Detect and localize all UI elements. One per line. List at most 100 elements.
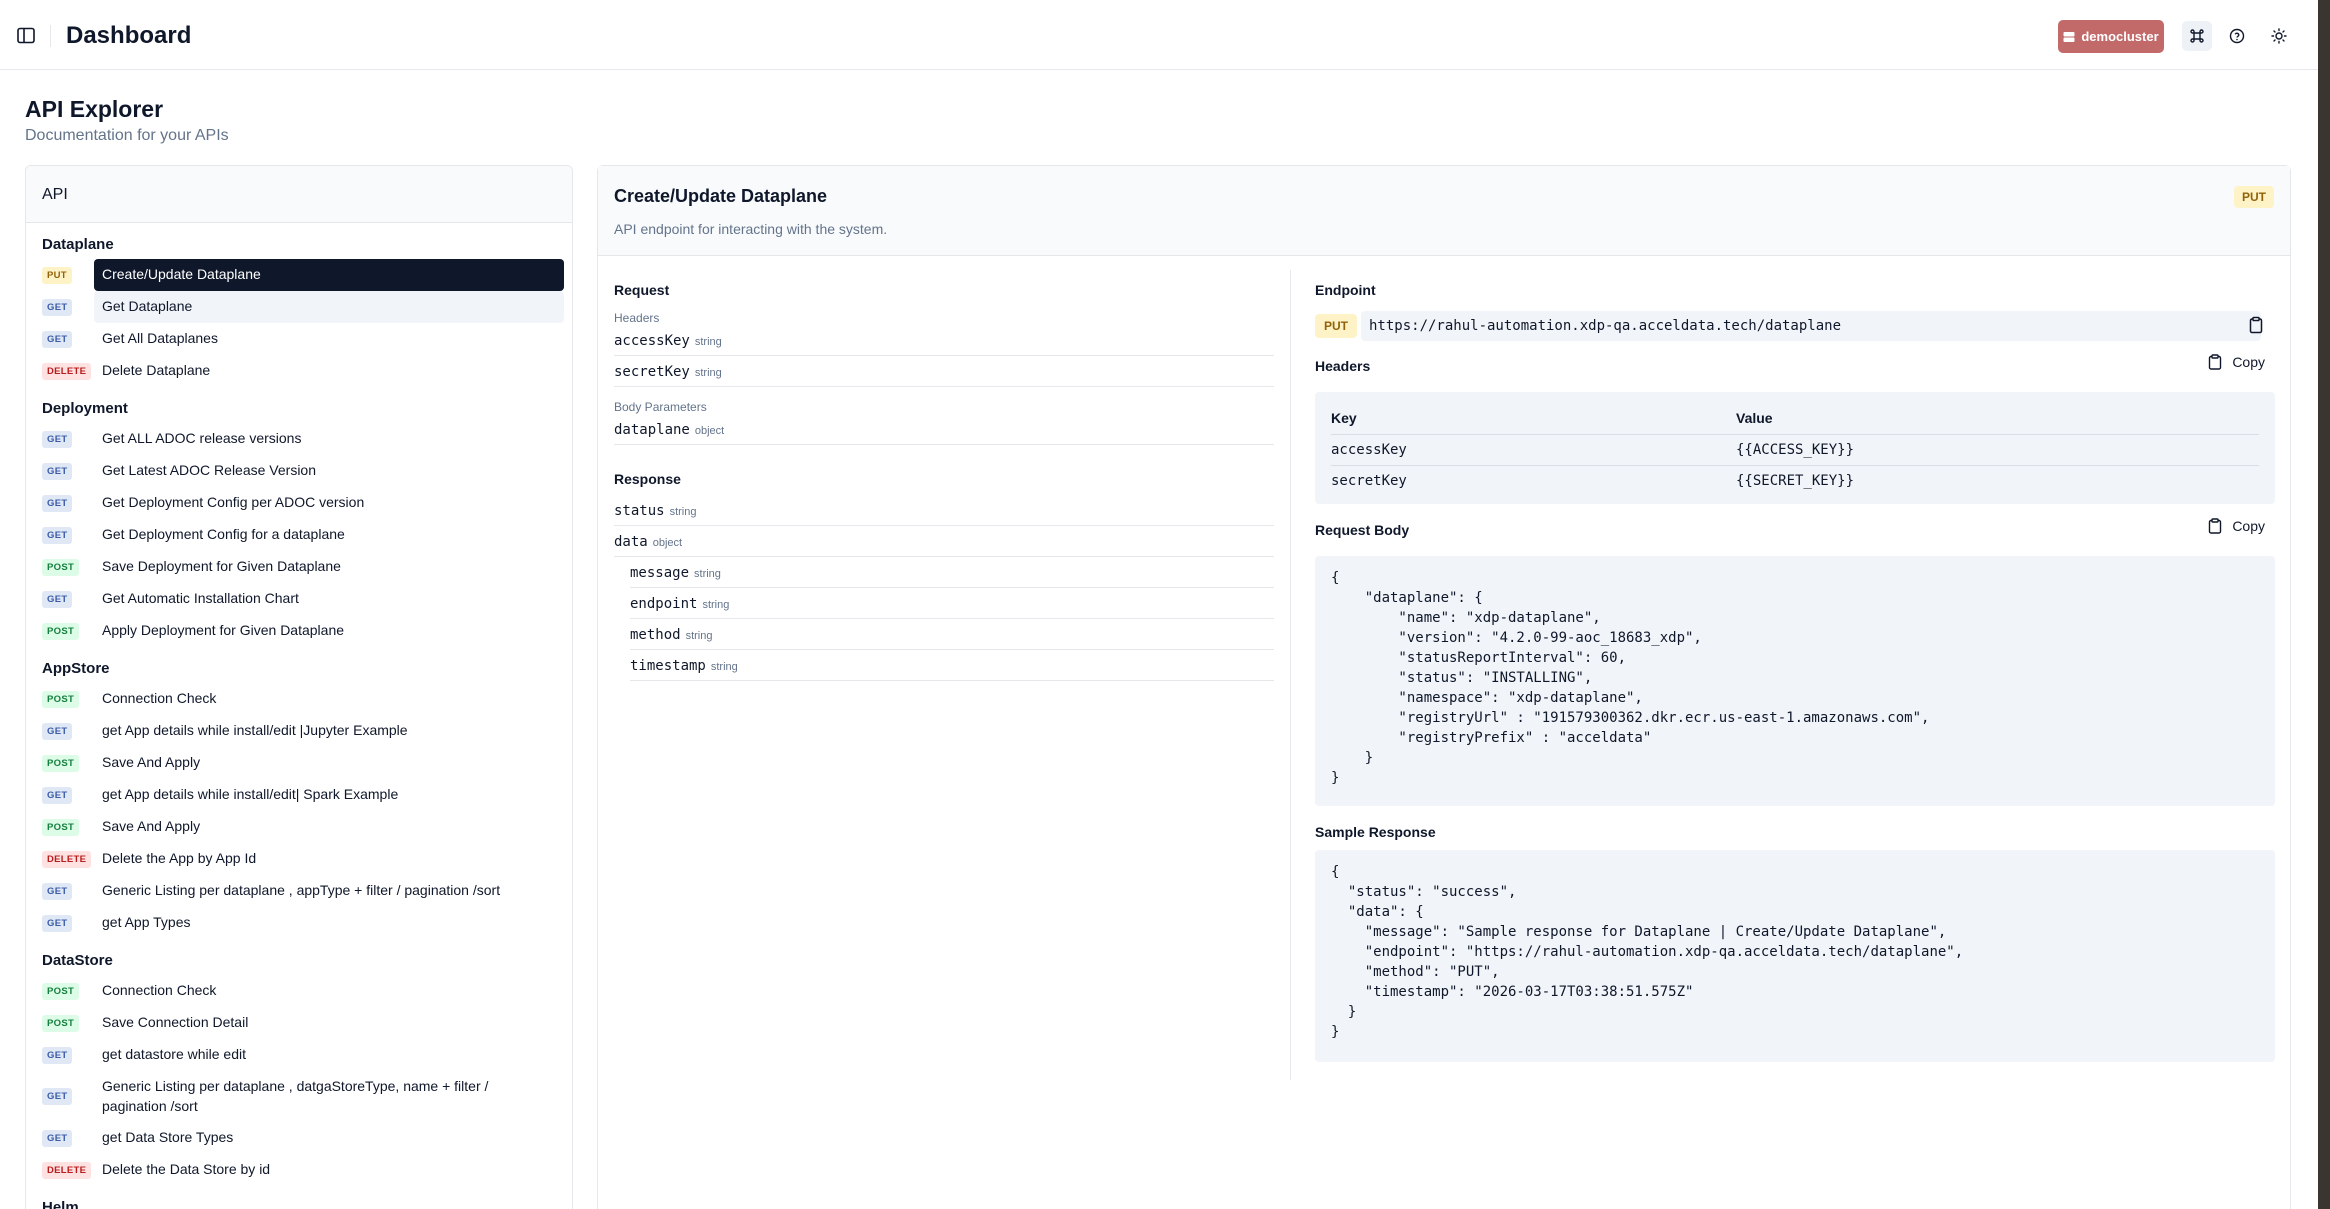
api-item-label: Get Deployment Config for a dataplane bbox=[102, 526, 345, 543]
headers-table: Key Value accessKey {{ACCESS_KEY}} secretK… bbox=[1331, 402, 2259, 496]
request-heading: Request bbox=[614, 282, 670, 298]
param-row: dataplane object bbox=[614, 414, 1274, 445]
theme-toggle-button[interactable] bbox=[2264, 21, 2294, 51]
clipboard-icon[interactable] bbox=[2247, 316, 2265, 334]
endpoint-heading: Endpoint bbox=[1315, 282, 1376, 298]
method-badge: DELETE bbox=[42, 850, 94, 868]
param-row: timestamp string bbox=[630, 650, 1274, 681]
param-name: method bbox=[630, 627, 681, 643]
api-item[interactable]: POST Save And Apply bbox=[42, 747, 564, 779]
api-group-title: DataStore bbox=[42, 952, 113, 969]
method-label: DELETE bbox=[42, 362, 92, 380]
api-item[interactable]: DELETE Delete the Data Store by id bbox=[42, 1154, 564, 1186]
sample-response-code: { "status": "success", "data": { "messag… bbox=[1315, 850, 2275, 1062]
value-column-header: Value bbox=[1736, 402, 2259, 435]
method-label: GET bbox=[42, 882, 73, 900]
api-group-title: AppStore bbox=[42, 660, 110, 677]
method-badge: POST bbox=[42, 818, 94, 836]
command-button[interactable] bbox=[2182, 21, 2212, 51]
api-item[interactable]: GET get Data Store Types bbox=[42, 1122, 564, 1154]
api-item[interactable]: POST Connection Check bbox=[42, 683, 564, 715]
server-icon bbox=[2063, 31, 2075, 42]
api-item-label: Generic Listing per dataplane , appType … bbox=[102, 882, 501, 899]
api-item[interactable]: DELETE Delete the App by App Id bbox=[42, 843, 564, 875]
api-item[interactable]: POST Apply Deployment for Given Dataplane bbox=[42, 615, 564, 647]
method-badge: GET bbox=[42, 494, 94, 512]
api-panel-title: API bbox=[26, 166, 572, 223]
clipboard-icon bbox=[2209, 354, 2222, 370]
method-label: GET bbox=[42, 330, 73, 348]
param-type: object bbox=[652, 537, 683, 549]
api-item-label: Delete the App by App Id bbox=[102, 850, 257, 867]
method-badge: GET bbox=[42, 462, 94, 480]
method-badge: POST bbox=[42, 1014, 94, 1032]
endpoint-description: API endpoint for interacting with the sy… bbox=[614, 221, 888, 237]
endpoint-url-row: PUT https://rahul-automation.xdp-qa.acce… bbox=[1315, 310, 2275, 342]
api-item-label: Create/Update Dataplane bbox=[94, 259, 564, 291]
copy-body-button[interactable]: Copy bbox=[2208, 518, 2265, 534]
method-label: POST bbox=[42, 1014, 80, 1032]
column-divider bbox=[1290, 270, 1291, 1080]
method-badge: GET bbox=[42, 298, 94, 316]
api-group: DataStore POST Connection Check POST Save Co… bbox=[26, 939, 572, 1186]
param-type: string bbox=[702, 599, 730, 611]
api-item[interactable]: PUT Create/Update Dataplane bbox=[42, 259, 564, 291]
header-key-cell: secretKey bbox=[1331, 473, 1407, 489]
api-group-title: Deployment bbox=[42, 400, 128, 417]
api-item[interactable]: GET get datastore while edit bbox=[42, 1039, 564, 1071]
api-item-label: Connection Check bbox=[102, 690, 217, 707]
api-item[interactable]: GET get App Types bbox=[42, 907, 564, 939]
help-circle-icon bbox=[2229, 28, 2245, 44]
request-headers-list: accessKey string secretKey string bbox=[614, 325, 1274, 387]
param-row: data object bbox=[614, 526, 1274, 557]
nested-response-fields: message string endpoint string method string t… bbox=[614, 557, 1274, 681]
api-item[interactable]: GET get App details while install/edit| S… bbox=[42, 779, 564, 811]
api-item[interactable]: GET get App details while install/edit |J… bbox=[42, 715, 564, 747]
method-label: GET bbox=[42, 722, 73, 740]
api-item[interactable]: GET Get Automatic Installation Chart bbox=[42, 583, 564, 615]
param-row: status string bbox=[614, 495, 1274, 526]
method-badge: GET bbox=[42, 722, 94, 740]
header-key-cell: accessKey bbox=[1331, 434, 1736, 466]
header-value-cell: {{ACCESS_KEY}} bbox=[1736, 434, 2259, 466]
api-item[interactable]: POST Save Deployment for Given Dataplane bbox=[42, 551, 564, 583]
method-badge: GET bbox=[42, 786, 94, 804]
param-name: endpoint bbox=[630, 596, 698, 612]
api-item[interactable]: GET Get Deployment Config for a dataplane bbox=[42, 519, 564, 551]
api-item[interactable]: POST Connection Check bbox=[42, 975, 564, 1007]
api-item-label: get App Types bbox=[102, 914, 191, 931]
method-badge: GET bbox=[42, 526, 94, 544]
api-item[interactable]: GET Generic Listing per dataplane , datga… bbox=[42, 1071, 564, 1122]
api-item[interactable]: GET Generic Listing per dataplane , appTy… bbox=[42, 875, 564, 907]
param-type: object bbox=[694, 425, 725, 437]
api-item[interactable]: GET Get Deployment Config per ADOC versio… bbox=[42, 487, 564, 519]
method-badge: POST bbox=[42, 982, 94, 1000]
endpoint-detail-panel: Create/Update Dataplane API endpoint for… bbox=[597, 165, 2291, 1209]
help-button[interactable] bbox=[2222, 21, 2252, 51]
api-item[interactable]: POST Save And Apply bbox=[42, 811, 564, 843]
method-label: POST bbox=[42, 982, 80, 1000]
api-item[interactable]: GET Get ALL ADOC release versions bbox=[42, 423, 564, 455]
param-type: string bbox=[710, 661, 738, 673]
method-badge: GET bbox=[42, 430, 94, 448]
api-item[interactable]: POST Save Connection Detail bbox=[42, 1007, 564, 1039]
cluster-badge[interactable]: democluster bbox=[2058, 20, 2164, 53]
cluster-name: democluster bbox=[2081, 29, 2159, 44]
api-groups: Dataplane PUT Create/Update Dataplane GET Ge… bbox=[26, 223, 572, 1209]
endpoint-url[interactable]: https://rahul-automation.xdp-qa.acceldat… bbox=[1361, 311, 2261, 341]
api-item[interactable]: GET Get All Dataplanes bbox=[42, 323, 564, 355]
endpoint-header: Create/Update Dataplane API endpoint for… bbox=[598, 166, 2290, 256]
api-item-label: Connection Check bbox=[102, 982, 217, 999]
method-badge: POST bbox=[42, 690, 94, 708]
api-item[interactable]: GET Get Latest ADOC Release Version bbox=[42, 455, 564, 487]
api-item-label: get App details while install/edit |Jupy… bbox=[102, 722, 408, 739]
api-item[interactable]: GET Get Dataplane bbox=[42, 291, 564, 323]
api-item-label: Save Connection Detail bbox=[102, 1014, 249, 1031]
api-item[interactable]: DELETE Delete Dataplane bbox=[42, 355, 564, 387]
examples-column: Endpoint PUT https://rahul-automation.xd… bbox=[1315, 270, 2275, 1062]
page-title: API Explorer bbox=[25, 96, 164, 122]
api-group: AppStore POST Connection Check GET get App d… bbox=[26, 647, 572, 939]
param-type: string bbox=[669, 506, 697, 518]
copy-headers-button[interactable]: Copy bbox=[2208, 354, 2265, 370]
sidebar-toggle-icon[interactable] bbox=[17, 27, 35, 44]
